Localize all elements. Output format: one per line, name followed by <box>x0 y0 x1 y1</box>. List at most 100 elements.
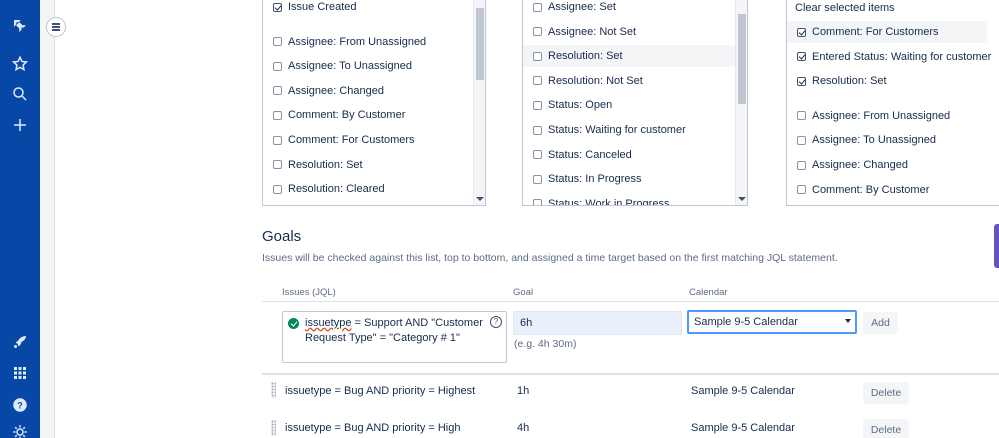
stop-events-list[interactable]: Clear selected items Comment: For Custom… <box>786 0 999 206</box>
checkbox[interactable] <box>533 125 542 135</box>
checkbox[interactable] <box>533 174 542 184</box>
list-item[interactable]: Assignee: From Unassigned <box>787 105 987 127</box>
drag-handle-icon[interactable] <box>271 382 276 398</box>
scrollbar-thumb[interactable] <box>738 14 746 104</box>
list-item[interactable]: Status: Open <box>523 94 735 116</box>
list-item[interactable]: Comment: For Customers <box>263 129 473 151</box>
list-item[interactable]: Resolution: Cleared <box>263 178 473 200</box>
list-item-label: Status: Canceled <box>548 148 632 161</box>
list-item[interactable]: Resolution: Set <box>523 45 735 68</box>
list-item[interactable]: Resolution: Not Set <box>523 70 735 92</box>
sidebar-toggle-button[interactable] <box>46 17 66 37</box>
delete-goal-button[interactable]: Delete <box>863 419 909 438</box>
clear-selected-link[interactable]: Clear selected items <box>795 2 895 14</box>
list-item[interactable]: Entered Status: Waiting for customer <box>787 46 991 68</box>
search-icon[interactable] <box>8 82 32 106</box>
checkbox[interactable] <box>533 27 542 37</box>
checkbox[interactable] <box>273 160 282 170</box>
checkbox[interactable] <box>533 51 542 61</box>
checkbox[interactable] <box>533 100 542 110</box>
list-item[interactable]: Status: Canceled <box>523 144 735 166</box>
list-item[interactable]: Assignee: Not Set <box>523 21 735 43</box>
checkbox[interactable] <box>797 27 806 37</box>
calendar-select[interactable]: Sample 9-5 Calendar <box>687 310 857 334</box>
list-item[interactable]: Assignee: Changed <box>263 80 473 102</box>
jql-text: issuetype = Support AND "Customer Reques… <box>305 316 485 346</box>
scroll-down-arrow[interactable] <box>738 197 746 201</box>
list-item-label: Assignee: Changed <box>288 84 385 97</box>
checkbox[interactable] <box>533 2 542 12</box>
goal-row-calendar: Sample 9-5 Calendar <box>691 385 795 397</box>
scrollbar[interactable] <box>735 0 747 205</box>
scrollbar[interactable] <box>473 0 485 205</box>
goal-input[interactable]: 6h <box>513 311 682 335</box>
feedback-tab[interactable] <box>994 224 999 268</box>
checkbox[interactable] <box>533 199 542 205</box>
menu-icon <box>52 26 60 28</box>
list-item[interactable]: Assignee: From Unassigned <box>263 31 473 53</box>
pause-conditions-list[interactable]: Assignee: Set Assignee: Not Set Resolution… <box>522 0 748 206</box>
sidebar-collapsed-strip <box>40 0 55 438</box>
list-item[interactable]: Status: Waiting for customer <box>523 119 735 141</box>
list-item-label: Status: Open <box>548 99 613 112</box>
add-goal-button[interactable]: Add <box>863 312 898 334</box>
jira-logo-icon[interactable] <box>8 14 32 38</box>
list-item[interactable]: Issue Created <box>263 0 473 18</box>
list-item-label: Assignee: From Unassigned <box>288 35 427 48</box>
checkbox[interactable] <box>273 135 282 145</box>
jql-keyword: issuetype <box>305 317 352 329</box>
list-item[interactable]: Resolution: Set <box>263 154 473 176</box>
checkbox[interactable] <box>273 110 282 120</box>
checkbox[interactable] <box>797 135 806 145</box>
checkbox[interactable] <box>273 37 282 47</box>
goals-heading: Goals <box>262 228 302 245</box>
list-item[interactable]: Assignee: To Unassigned <box>787 129 987 151</box>
checkbox[interactable] <box>797 160 806 170</box>
list-item-label: Status: Waiting for customer <box>548 124 686 136</box>
list-item[interactable]: Resolution: Set <box>787 70 987 92</box>
list-item[interactable]: Comment: By Customer <box>263 104 473 126</box>
checkbox[interactable] <box>273 61 282 71</box>
table-header-divider <box>262 301 999 302</box>
goal-row-jql: issuetype = Bug AND priority = Highest <box>285 385 476 397</box>
scrollbar-thumb[interactable] <box>476 8 484 80</box>
list-item-label: Resolution: Not Set <box>548 74 643 87</box>
list-item[interactable]: Status: Work in Progress <box>523 193 735 205</box>
checkbox[interactable] <box>273 86 282 96</box>
list-item[interactable]: Assignee: Set <box>523 0 735 18</box>
list-item-label: Assignee: To Unassigned <box>812 134 936 147</box>
star-icon[interactable] <box>8 52 32 76</box>
global-sidebar: ? <box>0 0 40 438</box>
drag-handle-icon[interactable] <box>271 420 276 436</box>
help-icon[interactable]: ? <box>490 316 502 328</box>
checkbox[interactable] <box>797 111 806 121</box>
checkbox[interactable] <box>797 185 806 195</box>
app-switcher-icon[interactable] <box>8 361 32 385</box>
checkbox[interactable] <box>533 76 542 86</box>
list-item-label: Assignee: Set <box>548 1 616 13</box>
settings-icon[interactable] <box>8 420 32 438</box>
goal-row-goal: 1h <box>517 385 530 397</box>
plus-icon[interactable] <box>8 113 32 137</box>
list-item[interactable]: Assignee: Changed <box>787 154 987 176</box>
scroll-down-arrow[interactable] <box>476 197 484 201</box>
help-icon[interactable]: ? <box>8 393 32 417</box>
checkbox[interactable] <box>533 150 542 160</box>
checkbox[interactable] <box>273 2 282 12</box>
list-item[interactable]: Assignee: To Unassigned <box>263 55 473 77</box>
checkbox[interactable] <box>797 52 806 62</box>
list-item[interactable]: Status: In Progress <box>523 168 735 190</box>
checkbox[interactable] <box>797 76 806 86</box>
list-item-label: Comment: For Customers <box>812 26 939 38</box>
delete-goal-button[interactable]: Delete <box>863 382 909 404</box>
list-item-label: Resolution: Set <box>812 75 887 88</box>
list-item[interactable]: Comment: For Customers <box>787 21 987 43</box>
rocket-icon[interactable] <box>8 330 32 354</box>
list-item[interactable]: Comment: By Customer <box>787 179 987 201</box>
start-events-list[interactable]: Issue Created Assignee: From Unassigned As… <box>262 0 486 206</box>
list-item-label: Issue Created <box>288 1 357 13</box>
list-item-label: Assignee: Changed <box>812 159 909 171</box>
jql-input[interactable]: issuetype = Support AND "Customer Reques… <box>282 311 507 363</box>
checkbox[interactable] <box>273 184 282 194</box>
list-item-label: Assignee: From Unassigned <box>812 109 951 122</box>
